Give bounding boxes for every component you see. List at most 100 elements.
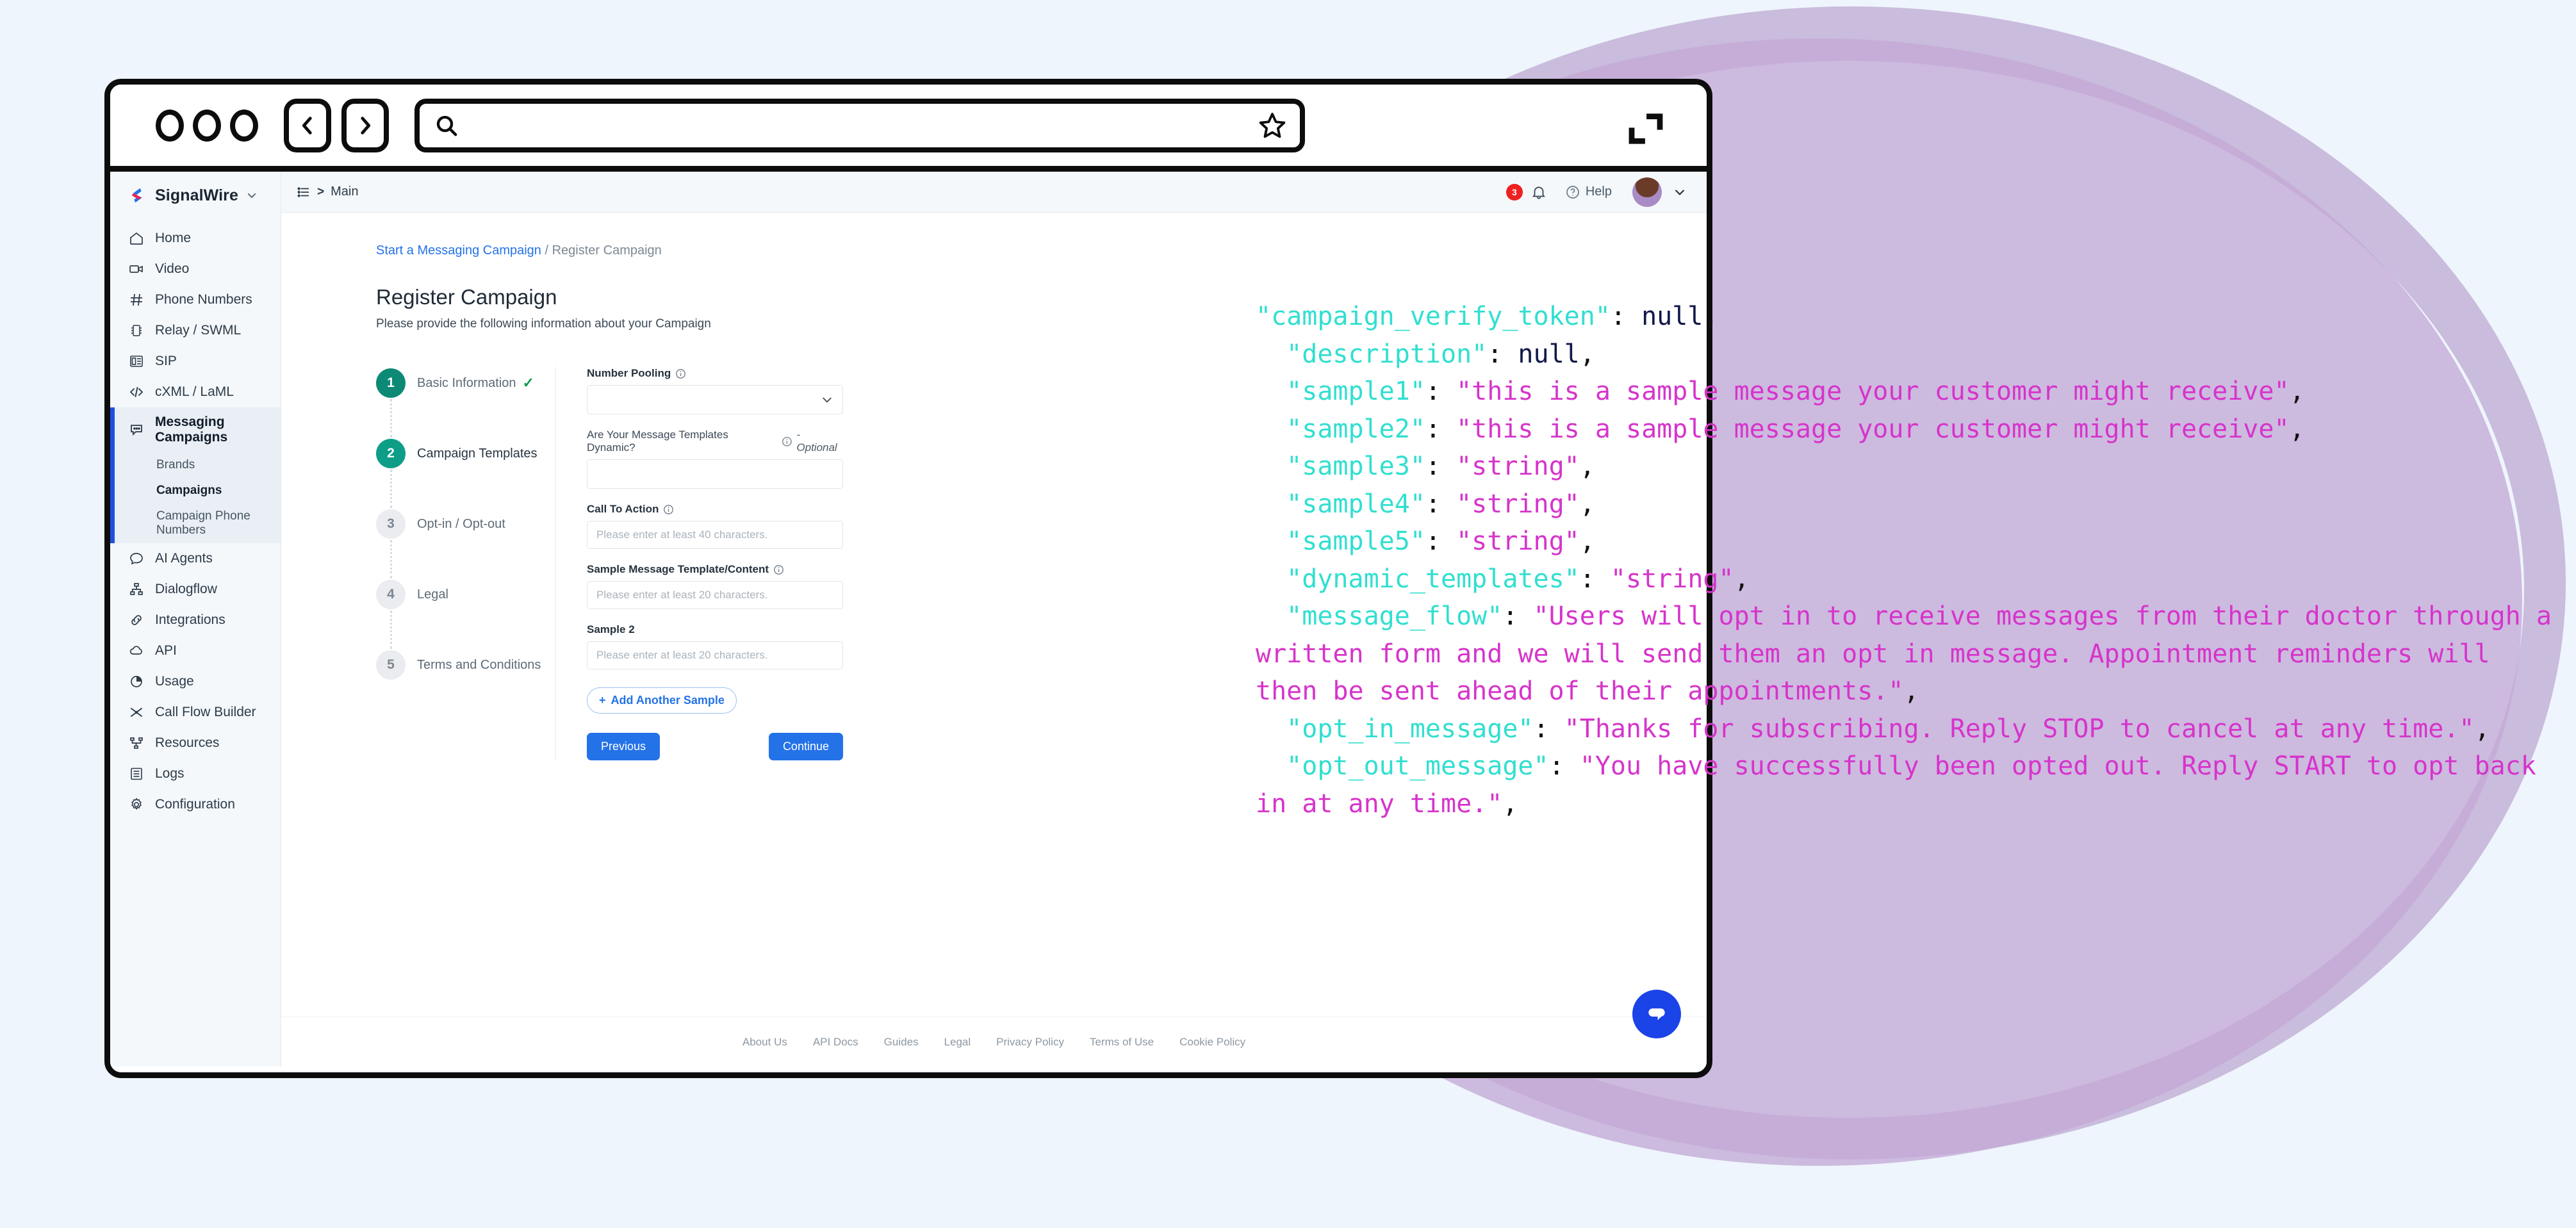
cloud-icon [128, 643, 145, 659]
json-token-p: : [1425, 414, 1457, 444]
field-label: Call To Action [587, 503, 659, 515]
wizard-step-basic-information[interactable]: 1 Basic Information ✓ [376, 367, 555, 438]
step-connector [390, 610, 392, 649]
json-token-s: "this is a sample message your customer … [1456, 377, 2290, 406]
sidebar-item-phone-numbers[interactable]: Phone Numbers [110, 284, 281, 315]
list-icon[interactable] [297, 185, 311, 199]
sidebar-item-dialogflow[interactable]: Dialogflow [110, 574, 281, 605]
json-code-line: "sample5": "string", [1256, 523, 2556, 561]
footer-link-api-docs[interactable]: API Docs [813, 1036, 858, 1049]
sidebar-item-label: Brands [156, 458, 195, 471]
field-number-pooling: Number Pooling [587, 367, 843, 414]
sidebar-item-configuration[interactable]: Configuration [110, 789, 281, 820]
wizard-step-legal[interactable]: 4 Legal [376, 578, 555, 649]
sidebar-item-label: Resources [155, 735, 220, 750]
sidebar-item-logs[interactable]: Logs [110, 758, 281, 789]
sidebar-item-sip[interactable]: SIP [110, 346, 281, 377]
step-number: 2 [376, 439, 406, 468]
breadcrumb-link-start-campaign[interactable]: Start a Messaging Campaign [376, 243, 541, 258]
info-icon[interactable] [773, 564, 784, 575]
wizard-step-terms-and-conditions[interactable]: 5 Terms and Conditions [376, 649, 555, 681]
sidebar-item-api[interactable]: API [110, 635, 281, 666]
add-another-sample-button[interactable]: + Add Another Sample [587, 687, 737, 714]
forward-button[interactable] [341, 98, 389, 152]
sidebar-item-brands[interactable]: Brands [110, 452, 281, 478]
chevron-down-icon[interactable] [1673, 186, 1686, 199]
add-sample-label: Add Another Sample [611, 694, 725, 707]
continue-button[interactable]: Continue [768, 733, 843, 760]
window-minimize-dot[interactable] [193, 109, 221, 142]
back-button[interactable] [284, 98, 331, 152]
wizard-step-opt-in-opt-out[interactable]: 3 Opt-in / Opt-out [376, 508, 555, 578]
sidebar-item-messaging-campaigns[interactable]: Messaging Campaigns [110, 407, 281, 452]
footer-link-about-us[interactable]: About Us [742, 1036, 787, 1049]
sidebar-item-video[interactable]: Video [110, 254, 281, 284]
breadcrumb[interactable]: > Main [297, 184, 358, 199]
sidebar-item-cxml-laml[interactable]: cXML / LaML [110, 377, 281, 407]
sidebar-item-label: cXML / LaML [155, 384, 234, 399]
footer-link-privacy-policy[interactable]: Privacy Policy [996, 1036, 1064, 1049]
json-token-k: "description" [1286, 339, 1488, 369]
step-number: 4 [376, 580, 406, 609]
sidebar-item-label: Logs [155, 766, 185, 781]
sidebar-item-label: Relay / SWML [155, 323, 242, 338]
info-icon[interactable] [663, 504, 674, 515]
step-number: 1 [376, 368, 406, 398]
json-token-p [1256, 452, 1286, 481]
sidebar-item-campaign-phone-numbers[interactable]: Campaign Phone Numbers [110, 503, 281, 543]
address-bar[interactable] [414, 98, 1305, 152]
home-icon [128, 230, 145, 247]
brand-selector[interactable]: SignalWire [110, 172, 281, 219]
sidebar-item-usage[interactable]: Usage [110, 666, 281, 697]
wizard-step-campaign-templates[interactable]: 2 Campaign Templates [376, 438, 555, 508]
json-token-p [1256, 714, 1286, 744]
tree-icon [128, 735, 145, 751]
info-icon[interactable] [782, 436, 792, 447]
sidebar-item-ai-agents[interactable]: AI Agents [110, 543, 281, 574]
sidebar-item-relay-swml[interactable]: Relay / SWML [110, 315, 281, 346]
sidebar-item-resources[interactable]: Resources [110, 728, 281, 758]
chevron-down-icon[interactable] [246, 190, 258, 201]
avatar[interactable] [1632, 177, 1662, 207]
field-sample-2: Sample 2 Please enter at least 20 charac… [587, 623, 843, 669]
window-maximize-dot[interactable] [230, 109, 258, 142]
sample-2-input[interactable]: Please enter at least 20 characters. [587, 641, 843, 669]
chat-support-button[interactable] [1632, 990, 1681, 1038]
sample-1-input[interactable]: Please enter at least 20 characters. [587, 581, 843, 609]
json-token-p: : [1425, 489, 1457, 519]
bell-icon[interactable] [1530, 184, 1547, 201]
footer-link-guides[interactable]: Guides [884, 1036, 919, 1049]
footer-link-legal[interactable]: Legal [944, 1036, 971, 1049]
info-icon[interactable] [675, 368, 686, 379]
sidebar-item-call-flow-builder[interactable]: Call Flow Builder [110, 697, 281, 728]
sidebar-item-integrations[interactable]: Integrations [110, 605, 281, 635]
footer-link-terms-of-use[interactable]: Terms of Use [1090, 1036, 1154, 1049]
dynamic-templates-input[interactable] [587, 459, 843, 489]
footer-link-cookie-policy[interactable]: Cookie Policy [1179, 1036, 1245, 1049]
bookmark-star-icon[interactable] [1258, 111, 1287, 140]
shuffle-icon [128, 704, 145, 721]
step-label: Basic Information [417, 375, 516, 390]
json-code-line: "sample2": "this is a sample message you… [1256, 411, 2556, 448]
json-code-overlay: "campaign_verify_token": null, "descript… [1256, 298, 2556, 823]
sidebar: SignalWire Home Video Phone Numbers Rela… [110, 172, 281, 1067]
call-to-action-input[interactable]: Please enter at least 40 characters. [587, 521, 843, 549]
sidebar-item-label: Configuration [155, 797, 235, 812]
notification-badge[interactable]: 3 [1505, 183, 1523, 201]
previous-button[interactable]: Previous [587, 733, 660, 760]
chevron-down-icon [823, 397, 832, 403]
campaign-form: Number Pooling Are Your Message Template… [587, 367, 843, 760]
json-token-p [1256, 489, 1286, 519]
window-controls[interactable] [156, 109, 258, 142]
help-button[interactable]: Help [1565, 184, 1612, 200]
window-close-dot[interactable] [156, 109, 184, 142]
number-pooling-select[interactable] [587, 385, 843, 414]
field-call-to-action: Call To Action Please enter at least 40 … [587, 503, 843, 549]
sidebar-item-label: API [155, 643, 177, 658]
search-icon [434, 113, 459, 138]
json-token-k: "sample3" [1286, 452, 1425, 481]
json-code-line: "dynamic_templates": "string", [1256, 561, 2556, 598]
sidebar-item-home[interactable]: Home [110, 223, 281, 254]
expand-icon[interactable] [1625, 108, 1667, 150]
sidebar-item-campaigns[interactable]: Campaigns [110, 478, 281, 503]
